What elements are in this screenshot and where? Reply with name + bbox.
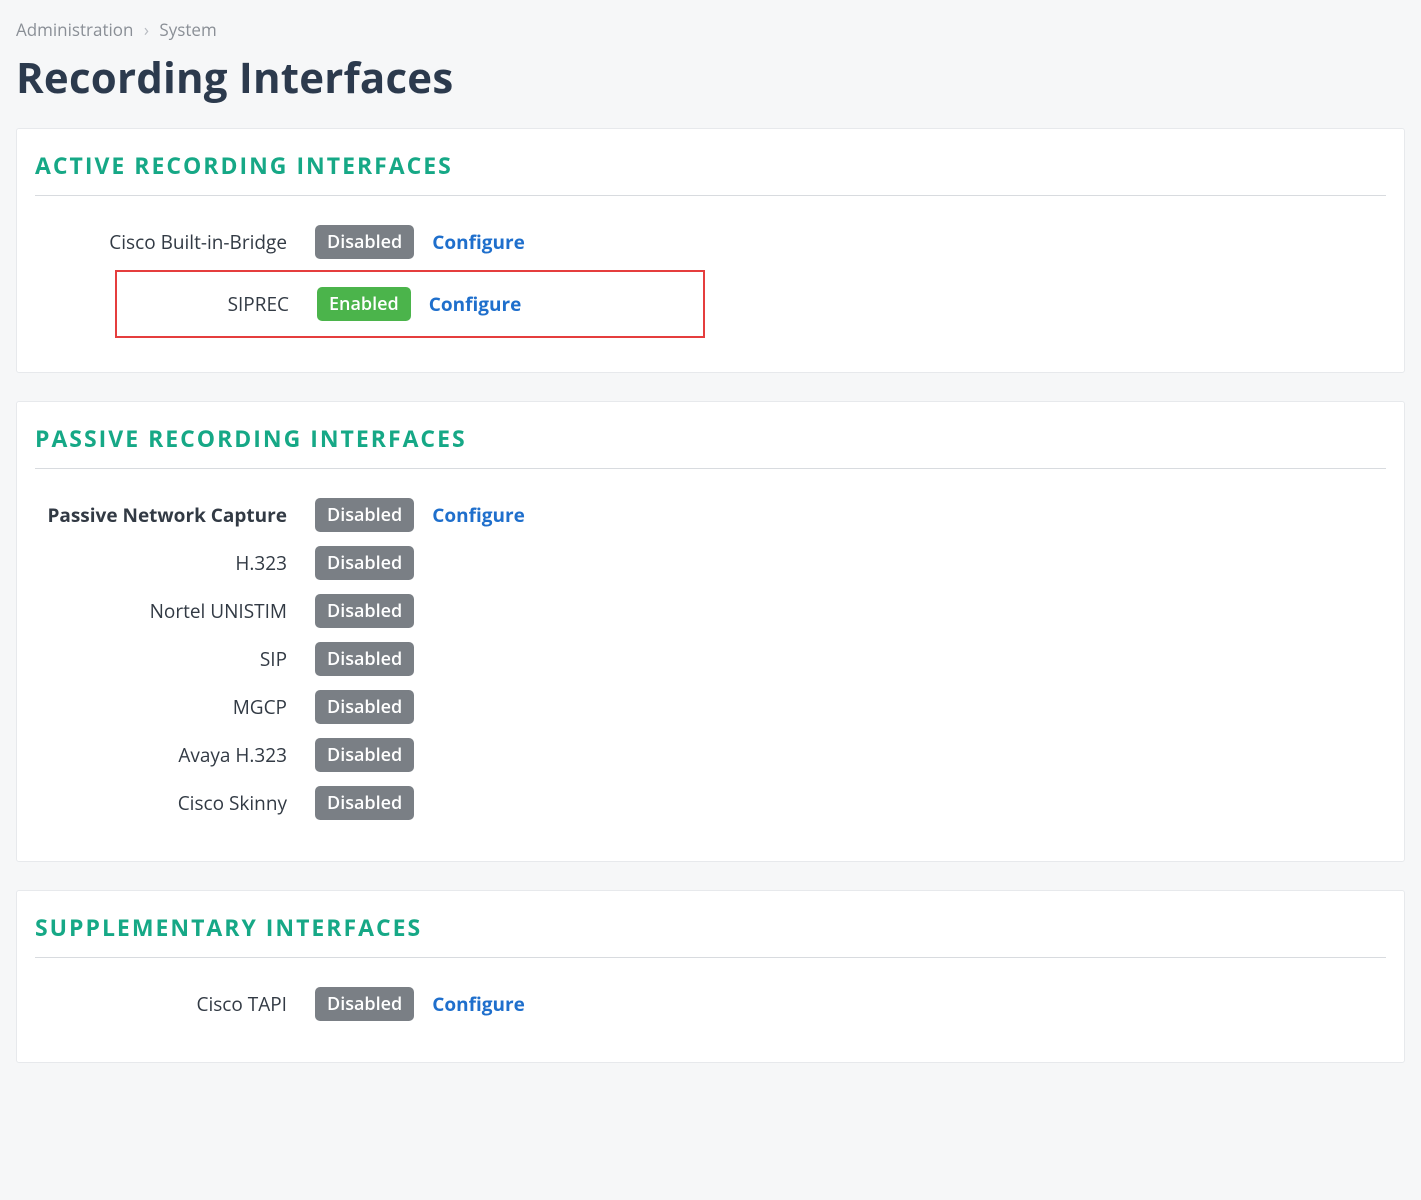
breadcrumb: Administration › System [16,18,1405,41]
panel-active-recording-interfaces: ACTIVE RECORDING INTERFACES Cisco Built-… [16,128,1405,373]
panel-passive-recording-interfaces: PASSIVE RECORDING INTERFACES Passive Net… [16,401,1405,862]
row-nortel-unistim: Nortel UNISTIM Disabled [35,587,1386,635]
interface-label: H.323 [35,550,315,576]
status-badge: Disabled [315,642,414,676]
row-sip: SIP Disabled [35,635,1386,683]
interface-label: Cisco Skinny [35,790,315,816]
status-badge: Enabled [317,287,411,321]
status-badge: Disabled [315,987,414,1021]
panel-supplementary-interfaces: SUPPLEMENTARY INTERFACES Cisco TAPI Disa… [16,890,1405,1063]
configure-link[interactable]: Configure [432,991,525,1017]
row-cisco-skinny: Cisco Skinny Disabled [35,779,1386,827]
row-passive-network-capture: Passive Network Capture Disabled Configu… [35,491,1386,539]
status-badge: Disabled [315,498,414,532]
interface-label: Cisco Built-in-Bridge [35,229,315,255]
status-badge: Disabled [315,690,414,724]
interface-label: Cisco TAPI [35,991,315,1017]
breadcrumb-system[interactable]: System [159,18,216,41]
interface-label: Avaya H.323 [35,742,315,768]
section-title-active: ACTIVE RECORDING INTERFACES [35,149,1386,196]
status-badge: Disabled [315,594,414,628]
section-title-passive: PASSIVE RECORDING INTERFACES [35,422,1386,469]
row-avaya-h323: Avaya H.323 Disabled [35,731,1386,779]
section-title-supplementary: SUPPLEMENTARY INTERFACES [35,911,1386,958]
row-siprec: SIPREC Enabled Configure [117,280,703,328]
highlight-box-siprec: SIPREC Enabled Configure [115,270,705,338]
chevron-right-icon: › [144,18,149,41]
interface-label: SIP [35,646,315,672]
configure-link[interactable]: Configure [432,502,525,528]
row-h323: H.323 Disabled [35,539,1386,587]
interface-label: Nortel UNISTIM [35,598,315,624]
interface-label: MGCP [35,694,315,720]
status-badge: Disabled [315,738,414,772]
configure-link[interactable]: Configure [429,291,522,317]
interface-label: SIPREC [117,291,317,317]
configure-link[interactable]: Configure [432,229,525,255]
page-title: Recording Interfaces [16,49,1405,106]
row-cisco-tapi: Cisco TAPI Disabled Configure [35,980,1386,1028]
row-cisco-built-in-bridge: Cisco Built-in-Bridge Disabled Configure [35,218,1386,266]
status-badge: Disabled [315,546,414,580]
row-mgcp: MGCP Disabled [35,683,1386,731]
interface-label: Passive Network Capture [35,502,315,528]
status-badge: Disabled [315,225,414,259]
status-badge: Disabled [315,786,414,820]
breadcrumb-administration[interactable]: Administration [16,18,133,41]
